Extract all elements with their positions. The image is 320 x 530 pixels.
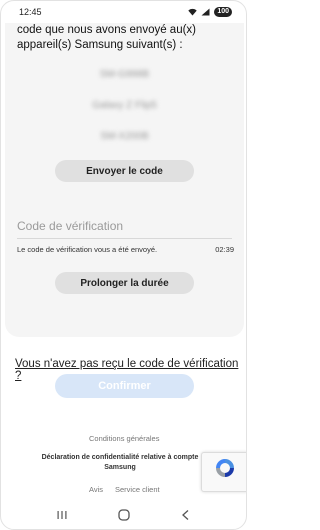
back-icon[interactable]: [180, 509, 192, 521]
phone-screen: 12:45 100 code que nous avons envoyé au(…: [0, 0, 247, 530]
notice-link[interactable]: Avis: [89, 485, 103, 494]
device-item: SM-G998B: [99, 69, 150, 80]
privacy-link[interactable]: Déclaration de confidentialité relative …: [41, 453, 199, 473]
wifi-icon: [188, 8, 198, 16]
recent-apps-icon[interactable]: [56, 509, 68, 521]
device-item: Galaxy Z Flip5: [92, 100, 157, 111]
status-bar: 12:45 100: [1, 1, 246, 23]
recaptcha-badge[interactable]: [201, 452, 246, 492]
navigation-bar: [1, 501, 246, 529]
code-sent-row: Le code de vérification vous a été envoy…: [17, 245, 234, 254]
terms-link[interactable]: Conditions générales: [89, 434, 159, 443]
verification-card: code que nous avons envoyé au(x) apparei…: [5, 23, 244, 337]
verification-intro: code que nous avons envoyé au(x) apparei…: [17, 24, 197, 51]
status-icons: 100: [188, 7, 232, 17]
confirm-button[interactable]: Confirmer: [55, 374, 194, 398]
recaptcha-icon: [216, 459, 234, 477]
home-icon[interactable]: [117, 508, 131, 522]
send-code-button[interactable]: Envoyer le code: [55, 160, 194, 182]
code-sent-message: Le code de vérification vous a été envoy…: [17, 245, 158, 254]
device-item: SM-X200B: [100, 131, 149, 142]
status-time: 12:45: [19, 7, 42, 17]
verification-code-input[interactable]: Code de vérification: [17, 219, 232, 239]
signal-icon: [201, 8, 210, 16]
battery-badge: 100: [214, 7, 232, 17]
extend-time-button[interactable]: Prolonger la durée: [55, 272, 194, 294]
countdown-timer: 02:39: [215, 245, 234, 254]
support-link[interactable]: Service client: [115, 485, 160, 494]
